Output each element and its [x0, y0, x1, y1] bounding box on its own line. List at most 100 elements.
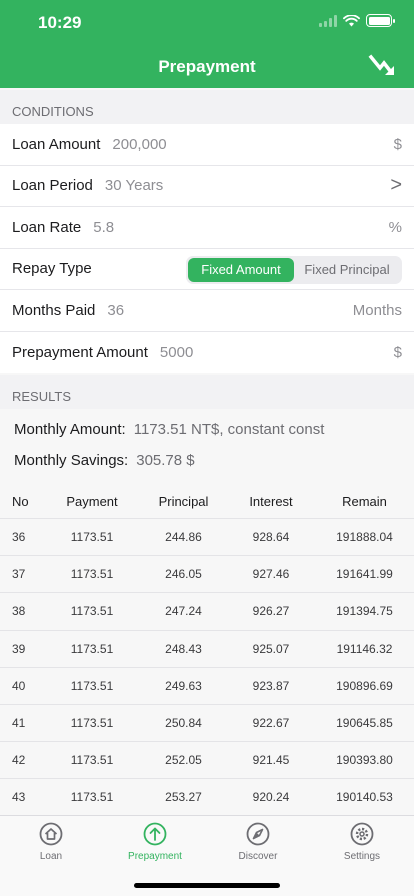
cell-remain: 190393.80 — [336, 753, 393, 768]
table-row: 37 1173.51 246.05 927.46 191641.99 — [0, 556, 414, 594]
repay-type-row: Repay Type Fixed Amount Fixed Principal — [0, 249, 414, 290]
cell-principal: 246.05 — [165, 567, 202, 582]
results-section-header: RESULTS — [0, 375, 414, 409]
column-header-principal: Principal — [158, 494, 209, 509]
prepayment-amount-input[interactable]: 5000 — [160, 344, 193, 361]
column-header-interest: Interest — [249, 494, 293, 509]
cell-principal: 248.43 — [165, 641, 202, 656]
loan-amount-row[interactable]: Loan Amount 200,000 $ — [0, 124, 414, 166]
monthly-savings-line: Monthly Savings: 305.78 $ — [14, 452, 400, 483]
cell-payment: 1173.51 — [70, 530, 114, 545]
repay-type-label: Repay Type — [12, 260, 92, 278]
loan-period-row[interactable]: Loan Period 30 Years > — [0, 166, 414, 207]
amortization-table[interactable]: No Payment Principal Interest Remain 36 1… — [0, 485, 414, 815]
trend-down-arrow-icon[interactable] — [366, 50, 400, 84]
cell-interest: 925.07 — [252, 641, 290, 656]
cell-payment: 1173.51 — [70, 753, 114, 768]
cell-payment: 1173.51 — [70, 716, 114, 731]
table-row: 36 1173.51 244.86 928.64 191888.04 — [0, 519, 414, 557]
cell-no: 37 — [12, 567, 26, 582]
loan-amount-unit: $ — [393, 135, 402, 153]
table-row: 42 1173.51 252.05 921.45 190393.80 — [0, 742, 414, 780]
cell-payment: 1173.51 — [70, 567, 114, 582]
monthly-savings-label: Monthly Savings: — [14, 452, 129, 469]
cell-remain: 191888.04 — [336, 530, 393, 545]
table-row: 39 1173.51 248.43 925.07 191146.32 — [0, 631, 414, 668]
nav-header: 10:29 Prepayment — [0, 0, 414, 88]
compass-icon — [246, 822, 270, 846]
cell-remain: 191146.32 — [336, 641, 393, 656]
tab-settings-label: Settings — [343, 851, 381, 862]
cell-payment: 1173.51 — [70, 678, 114, 693]
conditions-list: Loan Amount 200,000 $ Loan Period 30 Yea… — [0, 124, 414, 373]
up-arrow-circle-icon — [143, 822, 167, 846]
table-row: 40 1173.51 249.63 923.87 190896.69 — [0, 668, 414, 705]
cellular-signal-icon — [319, 14, 337, 27]
table-header-row: No Payment Principal Interest Remain — [0, 485, 414, 519]
loan-rate-label: Loan Rate — [12, 218, 82, 236]
prepayment-amount-row[interactable]: Prepayment Amount 5000 $ — [0, 332, 414, 374]
status-icons — [319, 14, 395, 27]
cell-payment: 1173.51 — [70, 641, 114, 656]
monthly-amount-value: 1173.51 NT$, constant const — [133, 421, 325, 438]
cell-remain: 190896.69 — [336, 678, 393, 693]
cell-no: 38 — [12, 604, 26, 619]
cell-no: 39 — [12, 641, 26, 656]
cell-no: 42 — [12, 753, 26, 768]
cell-interest: 926.27 — [252, 604, 290, 619]
tab-prepayment-label: Prepayment — [128, 851, 182, 862]
loan-rate-row[interactable]: Loan Rate 5.8 % — [0, 207, 414, 249]
cell-principal: 250.84 — [165, 716, 202, 731]
tab-discover[interactable]: Discover — [208, 822, 308, 862]
column-header-remain: Remain — [342, 494, 387, 509]
cell-remain: 191394.75 — [336, 604, 393, 619]
cell-remain: 190140.53 — [336, 790, 393, 805]
loan-amount-input[interactable]: 200,000 — [112, 136, 166, 153]
cell-no: 40 — [12, 678, 26, 693]
tab-prepayment[interactable]: Prepayment — [105, 822, 205, 862]
tab-discover-label: Discover — [238, 851, 278, 862]
cell-payment: 1173.51 — [70, 604, 114, 619]
months-paid-label: Months Paid — [12, 301, 96, 319]
cell-principal: 249.63 — [165, 678, 202, 693]
conditions-section-header: CONDITIONS — [0, 90, 414, 124]
cell-no: 36 — [12, 530, 26, 545]
loan-rate-unit: % — [388, 218, 402, 236]
table-row: 43 1173.51 253.27 920.24 190140.53 — [0, 779, 414, 815]
cell-principal: 252.05 — [165, 753, 202, 768]
cell-interest: 922.67 — [252, 716, 290, 731]
cell-no: 43 — [12, 790, 26, 805]
table-row: 41 1173.51 250.84 922.67 190645.85 — [0, 705, 414, 743]
tab-loan[interactable]: Loan — [1, 822, 101, 862]
months-paid-row[interactable]: Months Paid 36 Months — [0, 290, 414, 332]
cell-principal: 244.86 — [165, 530, 202, 545]
segment-fixed-principal[interactable]: Fixed Principal — [294, 258, 400, 282]
cell-payment: 1173.51 — [70, 790, 114, 805]
chevron-right-icon: > — [390, 174, 402, 197]
cell-remain: 191641.99 — [336, 567, 393, 582]
repay-type-segmented-control[interactable]: Fixed Amount Fixed Principal — [186, 255, 402, 284]
table-row: 38 1173.51 247.24 926.27 191394.75 — [0, 593, 414, 631]
prepayment-amount-label: Prepayment Amount — [12, 343, 148, 361]
home-icon — [39, 822, 63, 846]
cell-principal: 253.27 — [165, 790, 202, 805]
home-indicator — [134, 883, 280, 888]
status-time: 10:29 — [38, 13, 82, 32]
column-header-payment: Payment — [66, 494, 118, 509]
months-paid-input[interactable]: 36 — [107, 302, 124, 319]
segment-fixed-amount[interactable]: Fixed Amount — [188, 257, 294, 282]
cell-interest: 920.24 — [252, 790, 290, 805]
loan-rate-input[interactable]: 5.8 — [93, 219, 114, 236]
loan-period-value: 30 Years — [104, 177, 164, 195]
cell-interest: 921.45 — [252, 753, 290, 768]
cell-remain: 190645.85 — [336, 716, 393, 731]
results-summary: Monthly Amount: 1173.51 NT$, constant co… — [0, 409, 414, 483]
results-panel: Monthly Amount: 1173.51 NT$, constant co… — [0, 409, 414, 815]
loan-amount-label: Loan Amount — [12, 135, 101, 153]
cell-interest: 927.46 — [252, 567, 290, 582]
cell-principal: 247.24 — [165, 604, 202, 619]
prepayment-amount-unit: $ — [393, 343, 402, 361]
tab-loan-label: Loan — [39, 851, 63, 862]
cell-interest: 923.87 — [252, 678, 290, 693]
tab-settings[interactable]: Settings — [312, 822, 412, 862]
